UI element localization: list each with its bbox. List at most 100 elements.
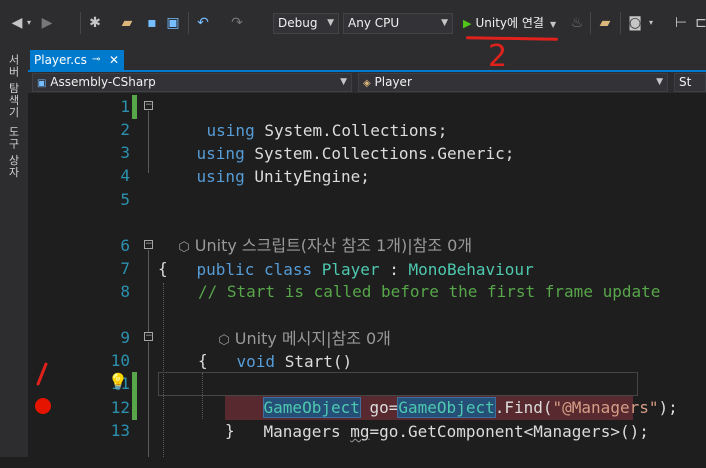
code-lens-message[interactable]: ⬡ Unity 메시지|참조 0개 (198, 303, 391, 348)
annotation-step-1: / (36, 362, 48, 386)
chevron-down-icon: ▼ (441, 18, 448, 28)
line-number: 9 (120, 328, 130, 347)
change-marker (132, 95, 137, 119)
line-number: 6 (120, 236, 130, 255)
annotation-stroke (36, 362, 48, 386)
keyword: void (236, 352, 276, 371)
line-number: 5 (120, 190, 130, 209)
variable-name: mg (350, 422, 370, 441)
toolbox-tab[interactable]: 도구 상자 (5, 126, 21, 179)
save-icon[interactable]: ▪ (143, 14, 161, 32)
code-line-3: using UnityEngine; (158, 141, 370, 186)
annotation-step-2: 2 (488, 39, 508, 74)
bookmark-icon[interactable]: ⊢ (672, 14, 690, 32)
solution-config-select[interactable]: Debug ▼ (273, 13, 339, 34)
indent-guide (163, 283, 164, 457)
toolbar-separator (188, 12, 189, 34)
server-explorer-tab[interactable]: 서버 탐색기 (5, 54, 21, 119)
fold-guide (148, 342, 149, 430)
code-editor[interactable]: 1 2 3 4 5 6 7 8 9 10 11 12 13 − − − usin… (28, 93, 706, 457)
project-value: Assembly-CSharp (50, 75, 156, 89)
pin-icon[interactable]: ⊸ (92, 50, 100, 70)
collapse-toggle[interactable]: − (144, 101, 153, 110)
code-line-7: { (158, 259, 168, 278)
chevron-down-icon: ▼ (549, 20, 557, 29)
line-number: 13 (110, 421, 130, 440)
fold-guide (148, 430, 149, 457)
toolbar-options-icon[interactable]: ▾ (646, 14, 656, 32)
collapse-toggle[interactable]: − (144, 240, 153, 249)
code-line-11: GameObject go=GameObject.Find("@Managers… (225, 372, 678, 418)
code-line-8: // Start is called before the first fram… (198, 282, 661, 301)
fold-guide (148, 111, 149, 173)
document-tab-bar: Player.cs ⊸ ✕ (28, 48, 706, 72)
code-line-6: public class Player : MonoBehaviour (158, 234, 534, 279)
platform-select[interactable]: Any CPU ▼ (343, 13, 453, 34)
change-marker (132, 372, 137, 420)
keyword: using (196, 167, 245, 186)
code-line-2: using System.Collections.Generic; (158, 118, 515, 163)
fold-guide (148, 250, 149, 332)
lightbulb-icon[interactable]: 💡 (108, 372, 128, 391)
tab-player-cs[interactable]: Player.cs ⊸ ✕ (30, 50, 124, 70)
code-text: Managers (263, 422, 351, 441)
open-folder-icon[interactable]: ▰ (118, 14, 136, 32)
chevron-down-icon: ▼ (327, 18, 334, 28)
line-number: 8 (120, 282, 130, 301)
attach-unity-button[interactable]: ▶ Unity에 연결 ▼ (463, 13, 556, 34)
hot-reload-icon[interactable]: ♨ (568, 14, 586, 32)
type-name: Player (321, 260, 380, 279)
navigation-bar: ▣ Assembly-CSharp ▼ ◈ Player ▼ St (28, 72, 706, 93)
csharp-icon: ▣ (37, 78, 47, 89)
breakpoint-icon[interactable] (35, 398, 51, 414)
class-icon: ◈ (363, 78, 371, 89)
code-lens-script[interactable]: ⬡ Unity 스크립트(자산 참조 1개)|참조 0개 (158, 210, 472, 255)
overflow-icon[interactable]: ⊏ (692, 14, 706, 32)
keyword: public (196, 260, 255, 279)
project-select[interactable]: ▣ Assembly-CSharp ▼ (32, 73, 352, 92)
code-text: =go.GetComponent<Managers>(); (369, 422, 649, 441)
solution-config-value: Debug (278, 16, 318, 30)
tab-title: Player.cs (34, 53, 87, 67)
camera-icon[interactable]: ◙ (626, 14, 644, 32)
toolbar-separator (620, 12, 621, 34)
new-item-icon[interactable]: ✱ (86, 14, 104, 32)
member-value: St (679, 75, 692, 89)
colon: : (379, 260, 409, 279)
save-all-icon[interactable]: ▣ (164, 14, 182, 32)
code-text: ); (658, 398, 678, 417)
side-tool-strip: 서버 탐색기 도구 상자 (0, 48, 28, 457)
close-icon[interactable]: ✕ (109, 50, 119, 70)
code-line-12: Managers mg=go.GetComponent<Managers>(); (225, 396, 649, 441)
toolbar-separator (80, 12, 81, 34)
line-number: 3 (120, 143, 130, 162)
code-line-10: { (198, 351, 208, 370)
toolbar-separator (590, 12, 591, 34)
namespace: UnityEngine; (244, 167, 370, 186)
class-value: Player (374, 75, 412, 89)
line-number: 1 (120, 97, 130, 116)
forward-icon[interactable]: ▶ (38, 14, 56, 32)
code-line-13: } (225, 421, 235, 440)
line-number: 2 (120, 120, 130, 139)
chevron-down-icon: ▼ (340, 77, 347, 87)
base-type: MonoBehaviour (408, 260, 534, 279)
attach-unity-label: Unity에 연결 (475, 16, 544, 30)
method-signature: Start() (275, 352, 353, 371)
code-line-1: using System.Collections; (168, 95, 448, 140)
undo-icon[interactable]: ↶ (194, 14, 212, 32)
chevron-down-icon: ▼ (656, 77, 663, 87)
line-number: 7 (120, 259, 130, 278)
redo-icon[interactable]: ↷ (228, 14, 246, 32)
line-number: 4 (120, 166, 130, 185)
play-icon: ▶ (463, 17, 472, 30)
find-in-files-icon[interactable]: ▰ (596, 14, 614, 32)
code-line-9: void Start() (198, 326, 353, 371)
collapse-toggle[interactable]: − (144, 332, 153, 341)
dropdown-arrow-icon[interactable]: ▾ (24, 14, 34, 32)
member-select[interactable]: St (674, 73, 706, 92)
class-select[interactable]: ◈ Player ▼ (358, 73, 668, 92)
platform-value: Any CPU (348, 16, 400, 30)
main-toolbar: ◀ ▾ ▶ ✱ ▰ ▪ ▣ ↶ ↷ Debug ▼ Any CPU ▼ ▶ Uni… (0, 0, 706, 48)
keyword: class (254, 260, 322, 279)
